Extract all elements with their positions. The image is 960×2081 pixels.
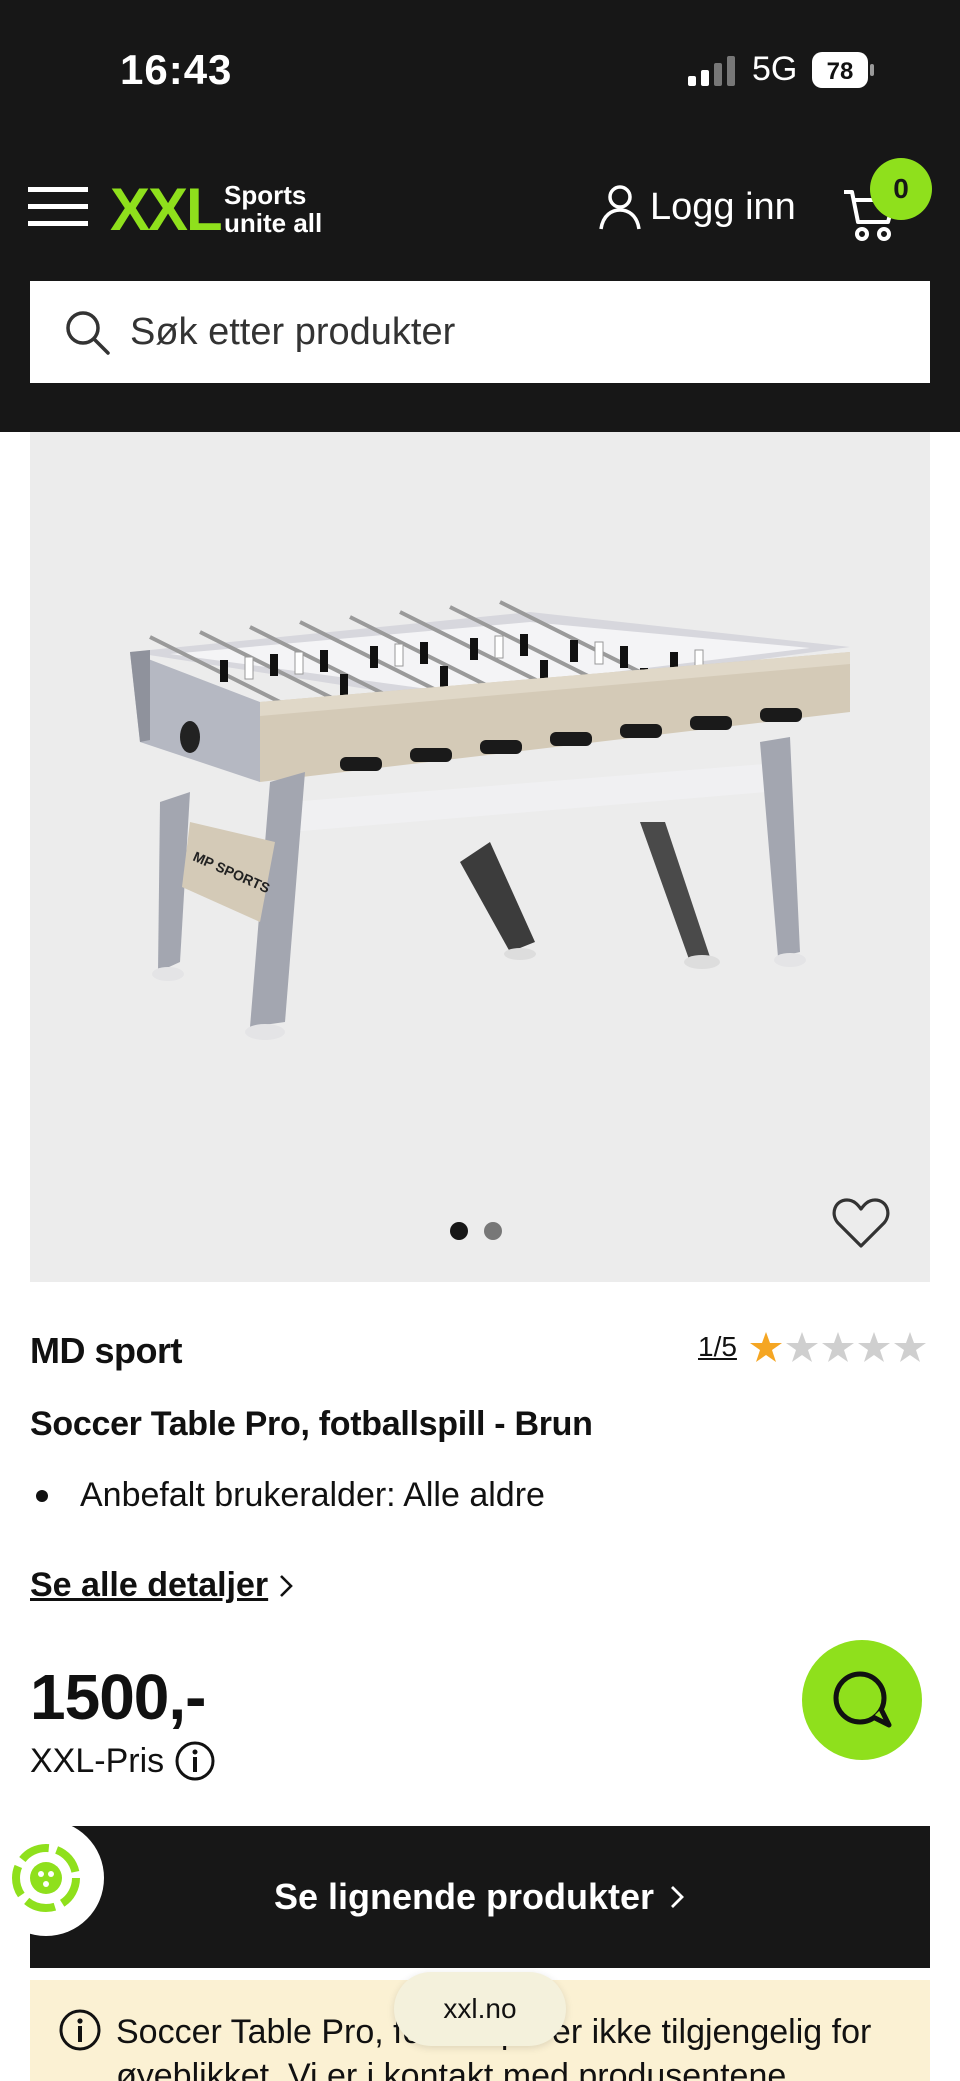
- network-type: 5G: [752, 50, 798, 88]
- login-label: Logg inn: [650, 185, 796, 228]
- similar-products-label: Se lignende produkter: [273, 1876, 655, 1917]
- rating-score[interactable]: 1/5: [698, 1331, 737, 1363]
- url-pill[interactable]: xxl.no: [394, 1972, 566, 2046]
- loyalty-icon: [12, 1844, 80, 1912]
- cart-count-badge: 0: [870, 158, 932, 220]
- status-time: 16:43: [120, 46, 233, 93]
- heart-icon[interactable]: [832, 1196, 890, 1250]
- chevron-right-icon: [671, 1886, 685, 1908]
- gallery-dot-1[interactable]: [450, 1222, 468, 1240]
- logo-tagline-2: unite all: [224, 208, 322, 238]
- logo-tagline-1: Sports: [224, 180, 306, 210]
- menu-icon[interactable]: [28, 185, 88, 229]
- product-image[interactable]: MP SPORTS: [110, 542, 870, 1082]
- star-icon: [857, 1332, 890, 1362]
- star-icon: [893, 1332, 926, 1362]
- gallery-pagination: [450, 1222, 502, 1240]
- bullet: [36, 1489, 48, 1502]
- info-icon: [59, 2009, 101, 2051]
- product-feature-text: Anbefalt brukeralder: Alle aldre: [80, 1476, 545, 1514]
- see-all-details-link[interactable]: Se alle detaljer: [30, 1566, 296, 1605]
- star-icon: [749, 1332, 782, 1362]
- status-bar: 16:43 5G 78: [0, 0, 960, 140]
- product-name: Soccer Table Pro, fotballspill - Brun: [30, 1405, 593, 1443]
- price-label: XXL-Pris: [30, 1741, 165, 1780]
- login-button[interactable]: Logg inn: [598, 182, 796, 232]
- star-icon: [785, 1332, 818, 1362]
- logo-text: XXL: [110, 176, 221, 240]
- gallery-dot-2[interactable]: [484, 1222, 502, 1240]
- chevron-right-icon: [280, 1574, 293, 1597]
- user-icon: [599, 185, 641, 230]
- xxl-logo[interactable]: XXL Sports unite all: [110, 176, 340, 240]
- search-bar[interactable]: [30, 281, 930, 383]
- similar-products-button[interactable]: Se lignende produkter: [30, 1826, 930, 1968]
- product-price: 1500,-: [30, 1661, 206, 1733]
- search-icon: [66, 311, 110, 355]
- product-feature-item: Anbefalt brukeralder: Alle aldre: [30, 1476, 545, 1515]
- info-icon[interactable]: [174, 1740, 216, 1782]
- chat-button[interactable]: [802, 1640, 922, 1760]
- star-icon: [821, 1332, 854, 1362]
- battery-icon: 78: [812, 52, 874, 88]
- product-gallery[interactable]: MP SPORTS: [30, 432, 930, 1282]
- search-input[interactable]: [128, 309, 892, 355]
- price-type: XXL-Pris: [30, 1740, 216, 1782]
- chat-icon: [833, 1671, 892, 1728]
- signal-icon: [688, 56, 735, 86]
- product-brand[interactable]: MD sport: [30, 1330, 183, 1372]
- details-link-label: Se alle detaljer: [30, 1566, 269, 1604]
- product-rating[interactable]: 1/5: [698, 1330, 927, 1364]
- battery-level: 78: [827, 58, 854, 85]
